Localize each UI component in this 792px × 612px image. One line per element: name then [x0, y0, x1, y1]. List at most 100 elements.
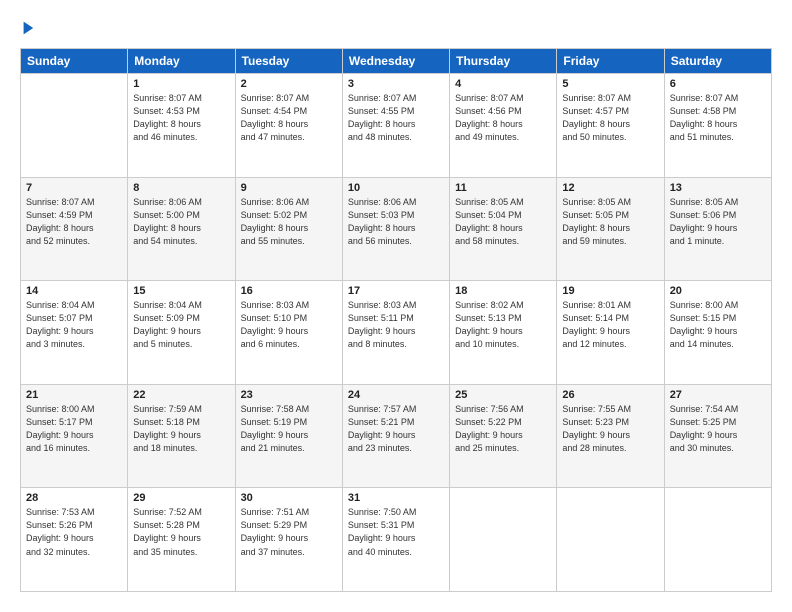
day-info: Sunrise: 7:56 AMSunset: 5:22 PMDaylight:…	[455, 403, 551, 455]
calendar-cell: 17 Sunrise: 8:03 AMSunset: 5:11 PMDayligh…	[342, 281, 449, 385]
day-number: 11	[455, 182, 551, 194]
day-info: Sunrise: 7:55 AMSunset: 5:23 PMDaylight:…	[562, 403, 658, 455]
day-info: Sunrise: 7:52 AMSunset: 5:28 PMDaylight:…	[133, 506, 229, 558]
day-number: 26	[562, 389, 658, 401]
calendar-cell: 29 Sunrise: 7:52 AMSunset: 5:28 PMDayligh…	[128, 488, 235, 592]
header-row: SundayMondayTuesdayWednesdayThursdayFrid…	[21, 49, 772, 74]
calendar-cell: 26 Sunrise: 7:55 AMSunset: 5:23 PMDayligh…	[557, 384, 664, 488]
calendar-cell: 30Sunrise: 7:51 AMSunset: 5:29 PMDayligh…	[235, 488, 342, 592]
calendar-cell: 15 Sunrise: 8:04 AMSunset: 5:09 PMDayligh…	[128, 281, 235, 385]
day-number: 24	[348, 389, 444, 401]
day-number: 13	[670, 182, 766, 194]
day-info: Sunrise: 7:58 AMSunset: 5:19 PMDaylight:…	[241, 403, 337, 455]
calendar-cell: 13 Sunrise: 8:05 AMSunset: 5:06 PMDayligh…	[664, 177, 771, 281]
calendar-cell: 5 Sunrise: 8:07 AMSunset: 4:57 PMDaylight…	[557, 74, 664, 178]
day-number: 4	[455, 78, 551, 90]
header	[20, 20, 772, 36]
day-info: Sunrise: 8:02 AMSunset: 5:13 PMDaylight:…	[455, 299, 551, 351]
day-info: Sunrise: 8:00 AMSunset: 5:17 PMDaylight:…	[26, 403, 122, 455]
day-info: Sunrise: 7:54 AMSunset: 5:25 PMDaylight:…	[670, 403, 766, 455]
calendar-cell: 6Sunrise: 8:07 AMSunset: 4:58 PMDaylight…	[664, 74, 771, 178]
week-row-4: 21 Sunrise: 8:00 AMSunset: 5:17 PMDayligh…	[21, 384, 772, 488]
logo	[20, 20, 38, 36]
day-number: 29	[133, 492, 229, 504]
day-header-saturday: Saturday	[664, 49, 771, 74]
day-number: 30	[241, 492, 337, 504]
day-info: Sunrise: 8:05 AMSunset: 5:06 PMDaylight:…	[670, 196, 766, 248]
day-number: 12	[562, 182, 658, 194]
calendar-cell	[21, 74, 128, 178]
day-header-tuesday: Tuesday	[235, 49, 342, 74]
day-info: Sunrise: 7:50 AMSunset: 5:31 PMDaylight:…	[348, 506, 444, 558]
calendar-cell: 22 Sunrise: 7:59 AMSunset: 5:18 PMDayligh…	[128, 384, 235, 488]
calendar-cell: 2Sunrise: 8:07 AMSunset: 4:54 PMDaylight…	[235, 74, 342, 178]
day-number: 15	[133, 285, 229, 297]
calendar-cell: 10Sunrise: 8:06 AMSunset: 5:03 PMDayligh…	[342, 177, 449, 281]
calendar-cell: 27Sunrise: 7:54 AMSunset: 5:25 PMDayligh…	[664, 384, 771, 488]
day-info: Sunrise: 8:07 AMSunset: 4:56 PMDaylight:…	[455, 92, 551, 144]
day-info: Sunrise: 8:05 AMSunset: 5:04 PMDaylight:…	[455, 196, 551, 248]
calendar-cell	[664, 488, 771, 592]
day-header-sunday: Sunday	[21, 49, 128, 74]
calendar-cell: 1Sunrise: 8:07 AMSunset: 4:53 PMDaylight…	[128, 74, 235, 178]
day-header-friday: Friday	[557, 49, 664, 74]
day-info: Sunrise: 8:01 AMSunset: 5:14 PMDaylight:…	[562, 299, 658, 351]
calendar-cell: 23 Sunrise: 7:58 AMSunset: 5:19 PMDayligh…	[235, 384, 342, 488]
calendar-cell: 28Sunrise: 7:53 AMSunset: 5:26 PMDayligh…	[21, 488, 128, 592]
day-number: 23	[241, 389, 337, 401]
day-number: 8	[133, 182, 229, 194]
calendar-cell: 19 Sunrise: 8:01 AMSunset: 5:14 PMDayligh…	[557, 281, 664, 385]
day-info: Sunrise: 8:03 AMSunset: 5:11 PMDaylight:…	[348, 299, 444, 351]
day-number: 21	[26, 389, 122, 401]
day-number: 31	[348, 492, 444, 504]
day-info: Sunrise: 8:07 AMSunset: 4:54 PMDaylight:…	[241, 92, 337, 144]
day-info: Sunrise: 8:06 AMSunset: 5:02 PMDaylight:…	[241, 196, 337, 248]
calendar-cell: 21 Sunrise: 8:00 AMSunset: 5:17 PMDayligh…	[21, 384, 128, 488]
day-number: 19	[562, 285, 658, 297]
day-info: Sunrise: 8:06 AMSunset: 5:00 PMDaylight:…	[133, 196, 229, 248]
calendar-cell: 16Sunrise: 8:03 AMSunset: 5:10 PMDayligh…	[235, 281, 342, 385]
week-row-5: 28Sunrise: 7:53 AMSunset: 5:26 PMDayligh…	[21, 488, 772, 592]
day-header-monday: Monday	[128, 49, 235, 74]
day-info: Sunrise: 7:57 AMSunset: 5:21 PMDaylight:…	[348, 403, 444, 455]
day-number: 16	[241, 285, 337, 297]
week-row-1: 1Sunrise: 8:07 AMSunset: 4:53 PMDaylight…	[21, 74, 772, 178]
day-info: Sunrise: 7:53 AMSunset: 5:26 PMDaylight:…	[26, 506, 122, 558]
day-info: Sunrise: 8:04 AMSunset: 5:09 PMDaylight:…	[133, 299, 229, 351]
day-info: Sunrise: 7:59 AMSunset: 5:18 PMDaylight:…	[133, 403, 229, 455]
calendar-body: 1Sunrise: 8:07 AMSunset: 4:53 PMDaylight…	[21, 74, 772, 592]
day-number: 3	[348, 78, 444, 90]
calendar-cell: 9 Sunrise: 8:06 AMSunset: 5:02 PMDaylight…	[235, 177, 342, 281]
calendar-table: SundayMondayTuesdayWednesdayThursdayFrid…	[20, 48, 772, 592]
calendar-cell: 12 Sunrise: 8:05 AMSunset: 5:05 PMDayligh…	[557, 177, 664, 281]
calendar-cell: 4 Sunrise: 8:07 AMSunset: 4:56 PMDaylight…	[450, 74, 557, 178]
day-number: 5	[562, 78, 658, 90]
day-info: Sunrise: 8:07 AMSunset: 4:58 PMDaylight:…	[670, 92, 766, 144]
day-info: Sunrise: 8:00 AMSunset: 5:15 PMDaylight:…	[670, 299, 766, 351]
calendar-cell: 3Sunrise: 8:07 AMSunset: 4:55 PMDaylight…	[342, 74, 449, 178]
day-info: Sunrise: 8:06 AMSunset: 5:03 PMDaylight:…	[348, 196, 444, 248]
week-row-3: 14Sunrise: 8:04 AMSunset: 5:07 PMDayligh…	[21, 281, 772, 385]
calendar-cell: 24 Sunrise: 7:57 AMSunset: 5:21 PMDayligh…	[342, 384, 449, 488]
calendar-cell: 7 Sunrise: 8:07 AMSunset: 4:59 PMDaylight…	[21, 177, 128, 281]
calendar-cell: 20Sunrise: 8:00 AMSunset: 5:15 PMDayligh…	[664, 281, 771, 385]
day-number: 7	[26, 182, 122, 194]
calendar-header: SundayMondayTuesdayWednesdayThursdayFrid…	[21, 49, 772, 74]
day-number: 17	[348, 285, 444, 297]
day-number: 22	[133, 389, 229, 401]
day-info: Sunrise: 8:07 AMSunset: 4:59 PMDaylight:…	[26, 196, 122, 248]
calendar-cell: 18 Sunrise: 8:02 AMSunset: 5:13 PMDayligh…	[450, 281, 557, 385]
page: SundayMondayTuesdayWednesdayThursdayFrid…	[0, 0, 792, 612]
day-header-thursday: Thursday	[450, 49, 557, 74]
calendar-cell	[557, 488, 664, 592]
logo-flag-icon	[22, 20, 38, 36]
week-row-2: 7 Sunrise: 8:07 AMSunset: 4:59 PMDaylight…	[21, 177, 772, 281]
day-number: 18	[455, 285, 551, 297]
day-info: Sunrise: 8:07 AMSunset: 4:57 PMDaylight:…	[562, 92, 658, 144]
day-number: 25	[455, 389, 551, 401]
day-info: Sunrise: 8:05 AMSunset: 5:05 PMDaylight:…	[562, 196, 658, 248]
day-number: 1	[133, 78, 229, 90]
calendar-cell	[450, 488, 557, 592]
day-number: 9	[241, 182, 337, 194]
calendar-cell: 11 Sunrise: 8:05 AMSunset: 5:04 PMDayligh…	[450, 177, 557, 281]
